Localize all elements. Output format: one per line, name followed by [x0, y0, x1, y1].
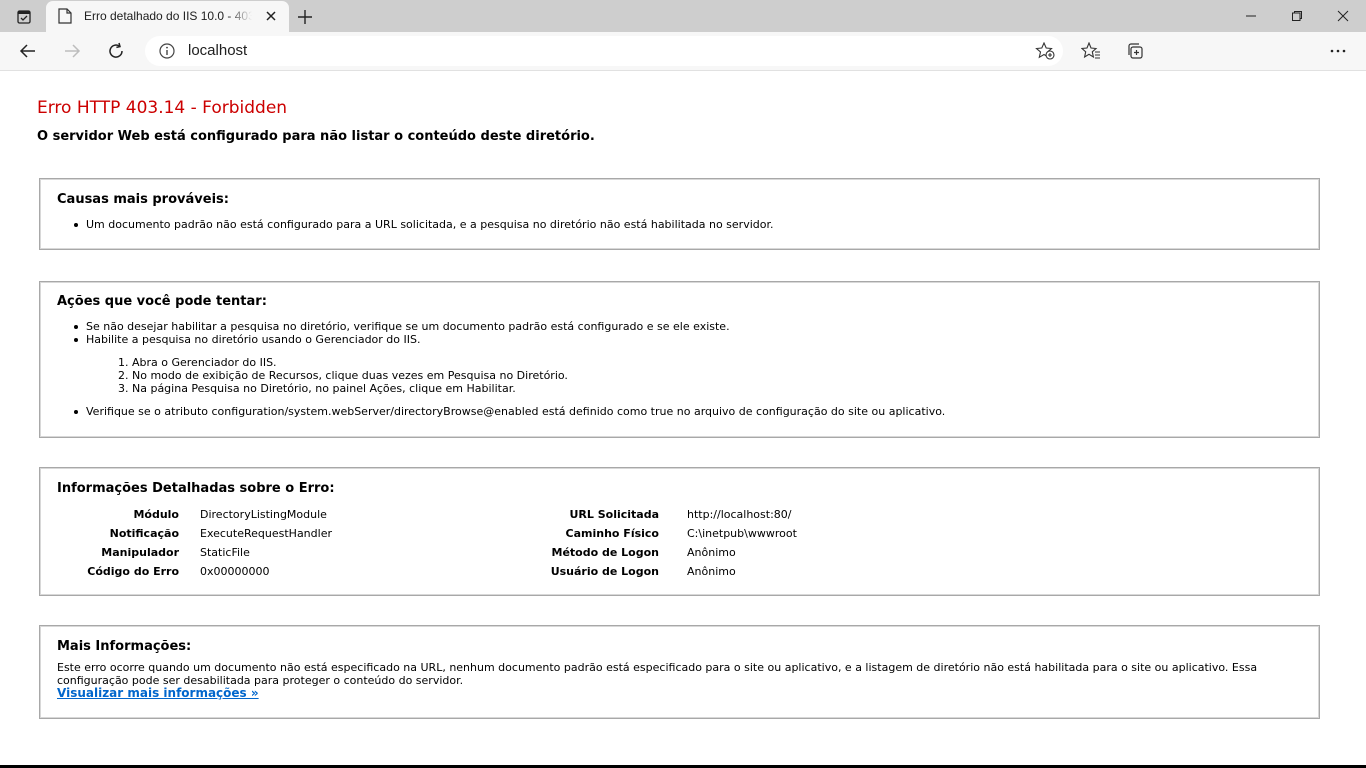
back-arrow-icon	[19, 44, 35, 58]
detail-row: Módulo DirectoryListingModule	[133, 508, 327, 521]
step-item: 1. Abra o Gerenciador do IIS.	[118, 356, 277, 369]
actions-box: Ações que você pode tentar: Se não desej…	[39, 281, 1320, 438]
list-item: Habilite a pesquisa no diretório usando …	[74, 333, 945, 395]
restore-icon	[1292, 11, 1302, 21]
settings-menu-button[interactable]	[1322, 36, 1354, 66]
causes-list: Um documento padrão não está configurado…	[74, 218, 774, 231]
more-info-title: Mais Informações:	[57, 639, 192, 654]
close-icon	[1337, 10, 1349, 22]
causes-title: Causas mais prováveis:	[57, 192, 229, 207]
refresh-icon	[109, 42, 123, 58]
steps-list: 1. Abra o Gerenciador do IIS. 2. No modo…	[118, 356, 945, 395]
detail-row: Método de Logon Anônimo	[551, 546, 736, 559]
favorites-icon	[1081, 42, 1100, 59]
page-content: Erro HTTP 403.14 - Forbidden O servidor …	[0, 71, 1366, 766]
info-icon[interactable]	[159, 43, 175, 59]
step-item: 3. Na página Pesquisa no Diretório, no p…	[118, 382, 516, 395]
detail-row: Usuário de Logon Anônimo	[550, 565, 736, 578]
details-right-table: URL Solicitada http://localhost:80/ Camin…	[510, 505, 797, 581]
tab-actions-icon	[17, 10, 31, 24]
add-favorite-icon[interactable]	[1035, 42, 1055, 60]
page-icon	[58, 8, 72, 24]
forward-button[interactable]	[56, 36, 88, 66]
actions-title: Ações que você pode tentar:	[57, 294, 267, 309]
detail-row: Código do Erro 0x00000000	[87, 565, 270, 578]
details-title: Informações Detalhadas sobre o Erro:	[57, 481, 335, 496]
list-item: Se não desejar habilitar a pesquisa no d…	[74, 320, 945, 333]
more-info-text: Este erro ocorre quando um documento não…	[57, 661, 1258, 687]
back-button[interactable]	[12, 36, 44, 66]
detail-row: Notificação ExecuteRequestHandler	[109, 527, 332, 540]
page-title: Erro HTTP 403.14 - Forbidden	[37, 98, 288, 118]
title-bar: Erro detalhado do IIS 10.0 - 403.14 - Fo…	[0, 0, 1366, 32]
address-bar[interactable]: localhost	[145, 36, 1063, 66]
actions-list: Se não desejar habilitar a pesquisa no d…	[74, 320, 945, 418]
browser-toolbar: localhost	[0, 32, 1366, 71]
details-box: Informações Detalhadas sobre o Erro: Mód…	[39, 467, 1320, 596]
more-info-text-block: Este erro ocorre quando um documento não…	[57, 661, 1307, 700]
browser-tab[interactable]: Erro detalhado do IIS 10.0 - 403.14 - Fo…	[46, 1, 289, 32]
refresh-button[interactable]	[100, 36, 132, 66]
detail-row: URL Solicitada http://localhost:80/	[569, 508, 792, 521]
causes-box: Causas mais prováveis: Um documento padr…	[39, 178, 1320, 250]
step-item: 2. No modo de exibição de Recursos, cliq…	[118, 369, 568, 382]
plus-icon	[298, 10, 312, 24]
minimize-button[interactable]	[1228, 0, 1274, 32]
forward-arrow-icon	[65, 44, 81, 58]
close-tab-icon[interactable]	[265, 10, 277, 22]
list-item: Verifique se o atributo configuration/sy…	[74, 405, 945, 418]
page-subtitle: O servidor Web está configurado para não…	[37, 129, 595, 144]
detail-row: Manipulador StaticFile	[101, 546, 250, 559]
list-item: Um documento padrão não está configurado…	[74, 218, 774, 231]
collections-icon	[1128, 43, 1143, 59]
close-window-button[interactable]	[1320, 0, 1366, 32]
url-text[interactable]: localhost	[188, 42, 247, 59]
favorites-button[interactable]	[1075, 36, 1107, 66]
more-info-box: Mais Informações: Este erro ocorre quand…	[39, 625, 1320, 719]
tab-title: Erro detalhado do IIS 10.0 - 403.14 - Fo…	[84, 9, 252, 23]
more-info-link[interactable]: Visualizar mais informações »	[57, 687, 1307, 700]
minimize-icon	[1246, 15, 1256, 17]
new-tab-button[interactable]	[294, 6, 316, 28]
collections-button[interactable]	[1119, 36, 1151, 66]
restore-button[interactable]	[1274, 0, 1320, 32]
more-icon	[1330, 49, 1346, 53]
details-left-table: Módulo DirectoryListingModule Notificação…	[62, 505, 332, 581]
detail-row: Caminho Físico C:\inetpub\wwwroot	[565, 527, 797, 540]
tab-actions-button[interactable]	[10, 6, 38, 28]
